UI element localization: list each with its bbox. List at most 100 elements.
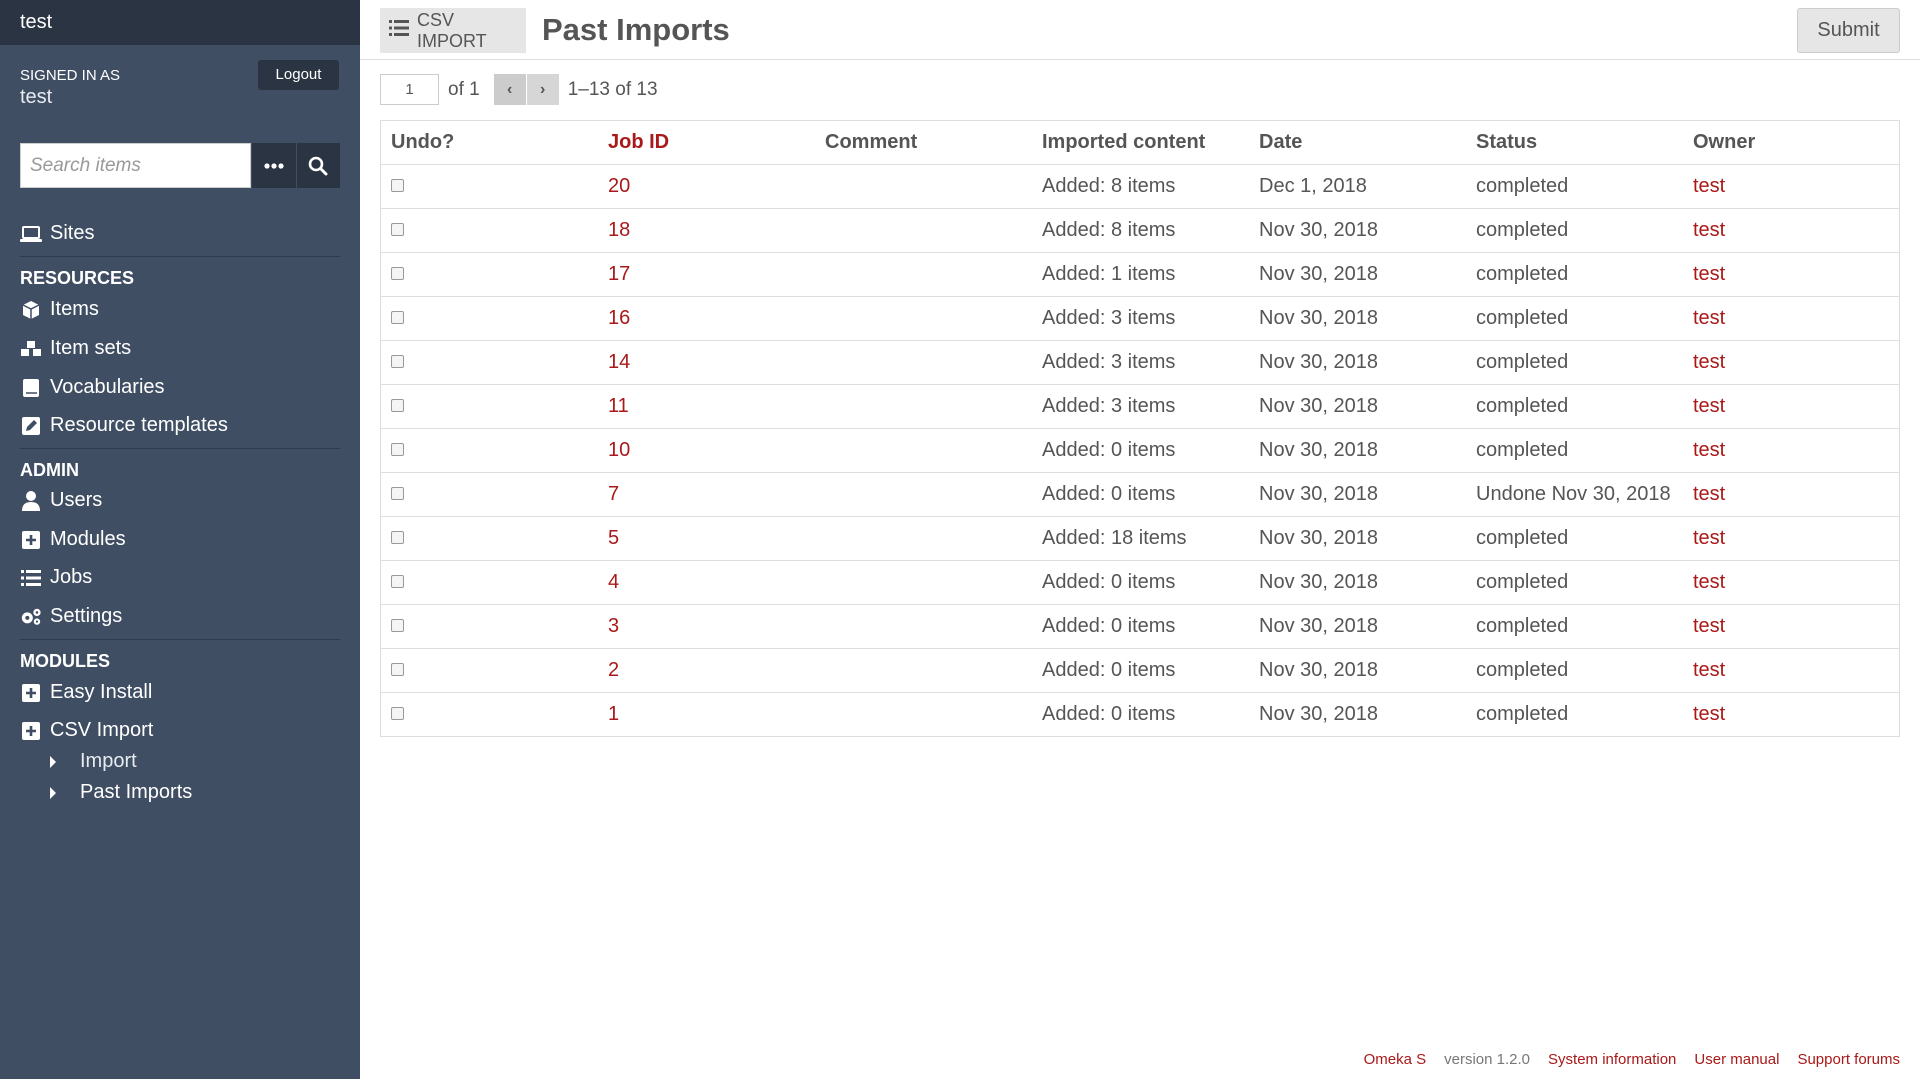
column-header-job-id[interactable]: Job ID — [598, 121, 815, 165]
job-id-link[interactable]: 7 — [598, 472, 815, 517]
column-header-undo: Undo? — [381, 121, 598, 165]
undo-checkbox[interactable] — [391, 398, 404, 412]
owner-link[interactable]: test — [1683, 164, 1899, 209]
logout-button[interactable]: Logout — [258, 60, 339, 90]
system-information-link[interactable]: System information — [1548, 1051, 1676, 1068]
resources-heading: RESOURCES — [20, 268, 135, 288]
owner-link[interactable]: test — [1683, 208, 1899, 253]
owner-link[interactable]: test — [1683, 340, 1899, 385]
user-manual-link[interactable]: User manual — [1694, 1051, 1779, 1068]
job-id-link[interactable]: 17 — [598, 252, 815, 297]
undo-checkbox[interactable] — [391, 354, 404, 368]
nav-vocabularies-label: Vocabularies — [50, 376, 165, 398]
nav-vocabularies[interactable]: Vocabularies — [20, 376, 165, 399]
search-input[interactable] — [20, 143, 251, 188]
footer: Omeka S version 1.2.0 System information… — [1346, 1051, 1900, 1068]
owner-link[interactable]: test — [1683, 516, 1899, 561]
status-cell: completed — [1466, 384, 1683, 429]
nav-sites[interactable]: Sites — [20, 222, 94, 245]
next-page-button[interactable]: › — [526, 74, 559, 105]
nav-resource-templates[interactable]: Resource templates — [20, 414, 228, 437]
nav-csv-import-import-label: Import — [80, 750, 137, 772]
imported-content-cell: Added: 3 items — [1032, 296, 1249, 341]
undo-cell — [381, 296, 598, 341]
job-id-link[interactable]: 20 — [598, 164, 815, 209]
job-id-link[interactable]: 14 — [598, 340, 815, 385]
nav-divider — [20, 639, 340, 640]
result-range: 1–13 of 13 — [567, 78, 658, 100]
owner-link[interactable]: test — [1683, 604, 1899, 649]
undo-checkbox[interactable] — [391, 442, 404, 456]
owner-link[interactable]: test — [1683, 252, 1899, 297]
support-forums-link[interactable]: Support forums — [1797, 1051, 1900, 1068]
nav-csv-import-import[interactable]: Import — [50, 750, 137, 773]
date-cell: Nov 30, 2018 — [1249, 604, 1466, 649]
nav-easy-install[interactable]: Easy Install — [20, 681, 152, 704]
owner-link[interactable]: test — [1683, 648, 1899, 693]
owner-link[interactable]: test — [1683, 692, 1899, 736]
undo-checkbox[interactable] — [391, 310, 404, 324]
table-row: 2 Added: 0 items Nov 30, 2018 completed test — [381, 648, 1899, 693]
undo-checkbox[interactable] — [391, 530, 404, 544]
undo-checkbox[interactable] — [391, 574, 404, 588]
job-id-link[interactable]: 1 — [598, 692, 815, 736]
nav-jobs[interactable]: Jobs — [20, 566, 92, 589]
job-id-link[interactable]: 18 — [598, 208, 815, 253]
module-badge-label: CSV IMPORT — [417, 9, 487, 51]
nav-items[interactable]: Items — [20, 298, 99, 321]
nav-easy-install-label: Easy Install — [50, 681, 153, 703]
undo-checkbox[interactable] — [391, 486, 404, 500]
nav-csv-import[interactable]: CSV Import — [20, 719, 153, 742]
table-row: 16 Added: 3 items Nov 30, 2018 completed tes… — [381, 296, 1899, 341]
undo-checkbox[interactable] — [391, 266, 404, 280]
nav-modules[interactable]: Modules — [20, 528, 126, 551]
submit-button[interactable]: Submit — [1797, 8, 1900, 53]
job-id-link[interactable]: 11 — [598, 384, 815, 429]
job-id-link[interactable]: 5 — [598, 516, 815, 561]
imported-content-cell: Added: 3 items — [1032, 384, 1249, 429]
owner-link[interactable]: test — [1683, 296, 1899, 341]
ellipsis-icon — [264, 162, 284, 169]
imported-content-cell: Added: 0 items — [1032, 560, 1249, 605]
owner-link[interactable]: test — [1683, 428, 1899, 473]
pagination: of 1 ‹ › 1–13 of 13 — [380, 74, 658, 105]
job-id-link[interactable]: 3 — [598, 604, 815, 649]
owner-link[interactable]: test — [1683, 472, 1899, 517]
job-id-link[interactable]: 2 — [598, 648, 815, 693]
nav-users[interactable]: Users — [20, 489, 102, 512]
undo-checkbox[interactable] — [391, 618, 404, 632]
job-id-link[interactable]: 4 — [598, 560, 815, 605]
date-cell: Nov 30, 2018 — [1249, 648, 1466, 693]
undo-cell — [381, 208, 598, 253]
table-row: 14 Added: 3 items Nov 30, 2018 completed tes… — [381, 340, 1899, 385]
undo-cell — [381, 648, 598, 693]
undo-checkbox[interactable] — [391, 178, 404, 192]
undo-checkbox[interactable] — [391, 662, 404, 676]
nav-item-sets[interactable]: Item sets — [20, 337, 131, 360]
comment-cell — [815, 692, 1032, 736]
chevron-left-icon: ‹ — [507, 80, 513, 98]
owner-link[interactable]: test — [1683, 560, 1899, 605]
undo-checkbox[interactable] — [391, 222, 404, 236]
omeka-link[interactable]: Omeka S — [1364, 1051, 1427, 1068]
nav-csv-import-past-imports[interactable]: Past Imports — [50, 781, 192, 804]
cogs-icon — [20, 607, 42, 627]
cubes-icon — [20, 339, 42, 359]
page-number-input[interactable] — [380, 74, 439, 105]
nav-settings[interactable]: Settings — [20, 605, 122, 628]
undo-checkbox[interactable] — [391, 706, 404, 720]
previous-page-button[interactable]: ‹ — [493, 74, 526, 105]
past-imports-table: Undo? Job ID Comment Imported content Da… — [380, 120, 1900, 737]
comment-cell — [815, 164, 1032, 209]
page-title: Past Imports — [542, 12, 730, 47]
comment-cell — [815, 340, 1032, 385]
search-submit-button[interactable] — [296, 143, 340, 188]
user-icon — [20, 490, 42, 511]
owner-link[interactable]: test — [1683, 384, 1899, 429]
site-title[interactable]: test — [0, 0, 360, 45]
nav-modules-label: Modules — [50, 528, 126, 550]
sidebar: test SIGNED IN AS test Logout Sites RESO… — [0, 0, 360, 1079]
job-id-link[interactable]: 16 — [598, 296, 815, 341]
job-id-link[interactable]: 10 — [598, 428, 815, 473]
search-options-button[interactable] — [252, 143, 296, 188]
